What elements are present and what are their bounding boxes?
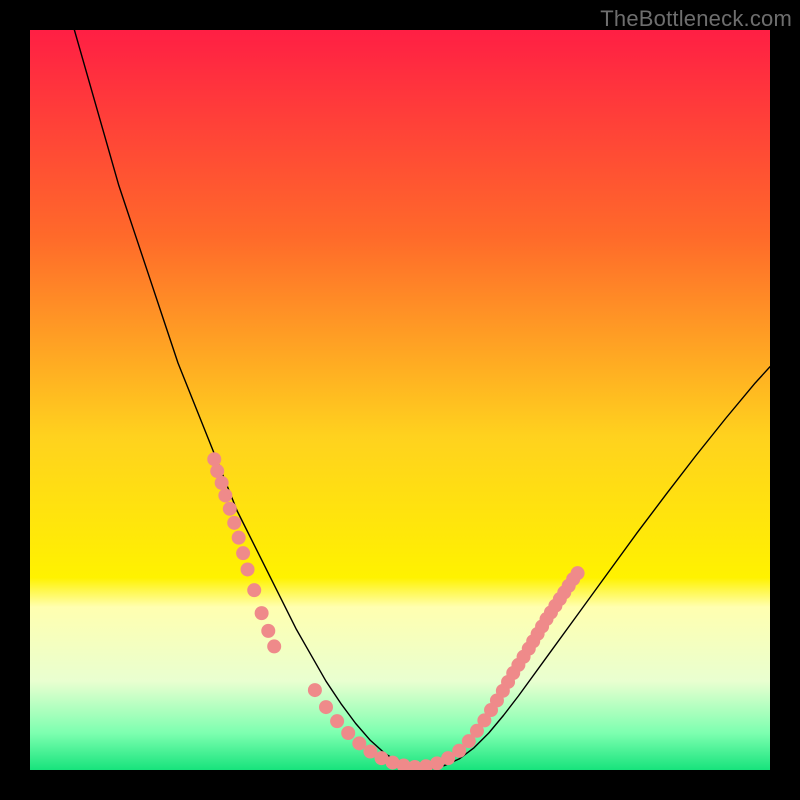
highlight-dot (319, 700, 333, 714)
highlight-dot (247, 583, 261, 597)
highlight-dot (232, 531, 246, 545)
plot-area (30, 30, 770, 770)
chart-frame: TheBottleneck.com (0, 0, 800, 800)
chart-svg (30, 30, 770, 770)
highlight-dot (215, 476, 229, 490)
highlight-dot (218, 488, 232, 502)
highlight-dot (241, 562, 255, 576)
highlight-dot (571, 566, 585, 580)
highlight-dot (207, 452, 221, 466)
highlight-dot (341, 726, 355, 740)
highlight-dot (330, 714, 344, 728)
highlight-dot (255, 606, 269, 620)
highlight-dot (308, 683, 322, 697)
highlight-dot (267, 639, 281, 653)
highlight-dot (236, 546, 250, 560)
highlight-dot (227, 516, 241, 530)
watermark-label: TheBottleneck.com (600, 6, 792, 32)
highlight-dot (261, 624, 275, 638)
highlight-dot (223, 502, 237, 516)
gradient-background (30, 30, 770, 770)
